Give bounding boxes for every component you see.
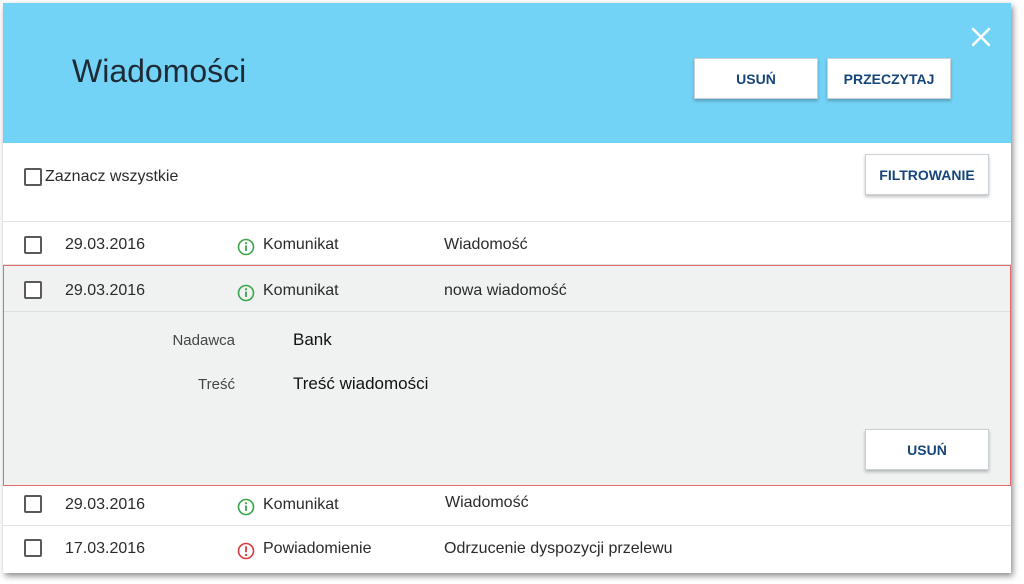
- info-icon: [237, 284, 255, 302]
- info-icon: [237, 238, 255, 256]
- delete-message-button[interactable]: USUŃ: [865, 429, 989, 470]
- message-date: 29.03.2016: [65, 282, 146, 299]
- close-icon[interactable]: [969, 25, 993, 49]
- sender-value: Bank: [293, 330, 332, 349]
- select-all-label: Zaznacz wszystkie: [45, 168, 179, 185]
- divider: [3, 221, 1011, 222]
- message-type: Komunikat: [263, 236, 339, 253]
- message-type: Komunikat: [263, 282, 339, 299]
- page-title: Wiadomości: [72, 53, 247, 89]
- message-subject[interactable]: Odrzucenie dyspozycji przelewu: [444, 540, 673, 558]
- message-type: Komunikat: [263, 496, 339, 513]
- message-subject[interactable]: Wiadomość: [444, 236, 528, 254]
- divider: [4, 311, 1010, 312]
- row-checkbox[interactable]: [24, 236, 42, 254]
- message-date: 29.03.2016: [65, 236, 146, 253]
- dialog-header: Wiadomości USUŃ PRZECZYTAJ: [3, 3, 1011, 143]
- read-button[interactable]: PRZECZYTAJ: [827, 58, 951, 99]
- select-all-checkbox[interactable]: [24, 168, 42, 186]
- delete-button[interactable]: USUŃ: [694, 58, 818, 99]
- row-checkbox[interactable]: [24, 539, 42, 557]
- divider: [3, 525, 1011, 526]
- content-label: Treść: [198, 376, 235, 393]
- content-value: Treść wiadomości: [293, 374, 429, 393]
- message-type: Powiadomienie: [263, 540, 372, 557]
- alert-icon: [237, 542, 255, 560]
- filter-button[interactable]: FILTROWANIE: [865, 154, 989, 195]
- message-date: 17.03.2016: [65, 540, 146, 557]
- messages-dialog: Wiadomości USUŃ PRZECZYTAJ Zaznacz wszys…: [3, 3, 1011, 573]
- sender-label: Nadawca: [172, 332, 235, 349]
- message-date: 29.03.2016: [65, 496, 146, 513]
- message-subject[interactable]: Wiadomość: [445, 494, 529, 512]
- row-checkbox[interactable]: [24, 495, 42, 513]
- message-subject[interactable]: nowa wiadomość: [444, 282, 567, 300]
- info-icon: [237, 498, 255, 516]
- row-checkbox[interactable]: [24, 281, 42, 299]
